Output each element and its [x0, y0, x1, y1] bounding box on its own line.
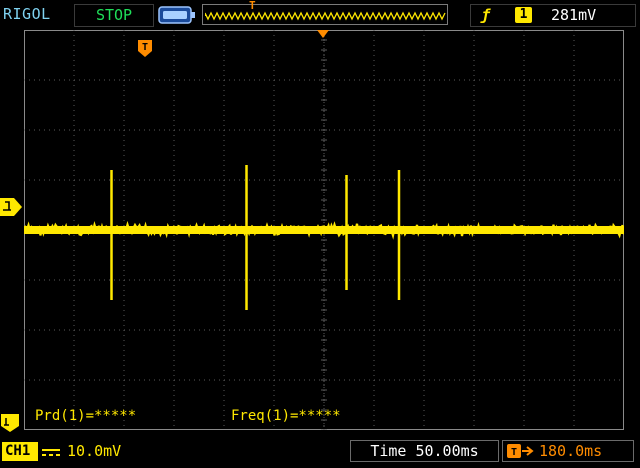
memory-preview-wave: [205, 11, 446, 21]
channel1-vertical-scale[interactable]: 10.0mV: [67, 442, 121, 460]
trigger-level: 281mV: [551, 6, 597, 24]
channel1-badge[interactable]: CH1: [2, 442, 38, 461]
memory-depth-strip[interactable]: T: [202, 0, 448, 25]
waveform-display[interactable]: [24, 30, 624, 430]
memory-trigger-marker: T: [249, 0, 256, 12]
measurement-frequency: Freq(1)=*****: [231, 408, 341, 424]
channel1-baseline: [24, 226, 624, 234]
waveform-grid: [24, 30, 624, 430]
measure-menu-icon[interactable]: [1, 414, 19, 432]
trigger-source-badge: 1: [515, 7, 532, 23]
battery-memory-icon: [158, 6, 195, 24]
rising-edge-icon: ƒ: [481, 6, 491, 24]
measurement-period: Prd(1)=*****: [35, 408, 137, 424]
trigger-time-marker[interactable]: T: [138, 40, 152, 57]
trigger-position-marker[interactable]: [317, 30, 329, 38]
trigger-offset-panel[interactable]: T 180.0ms: [502, 440, 634, 462]
trigger-panel[interactable]: ƒ 1 281mV: [470, 4, 636, 27]
brand-logo: RIGOL: [3, 5, 51, 23]
trigger-offset-value: 180.0ms: [539, 442, 603, 460]
dc-coupling-icon: [40, 445, 62, 459]
svg-text:T: T: [511, 447, 517, 458]
trigger-offset-arrow-icon: T: [507, 444, 534, 458]
timebase-readout[interactable]: Time 50.00ms: [350, 440, 499, 462]
status-bar: RIGOL STOP T ƒ 1 281mV: [0, 0, 640, 30]
trigger-time-label: T: [142, 42, 148, 53]
run-stop-status[interactable]: STOP: [74, 4, 154, 27]
channel1-offset-marker[interactable]: [0, 198, 22, 216]
